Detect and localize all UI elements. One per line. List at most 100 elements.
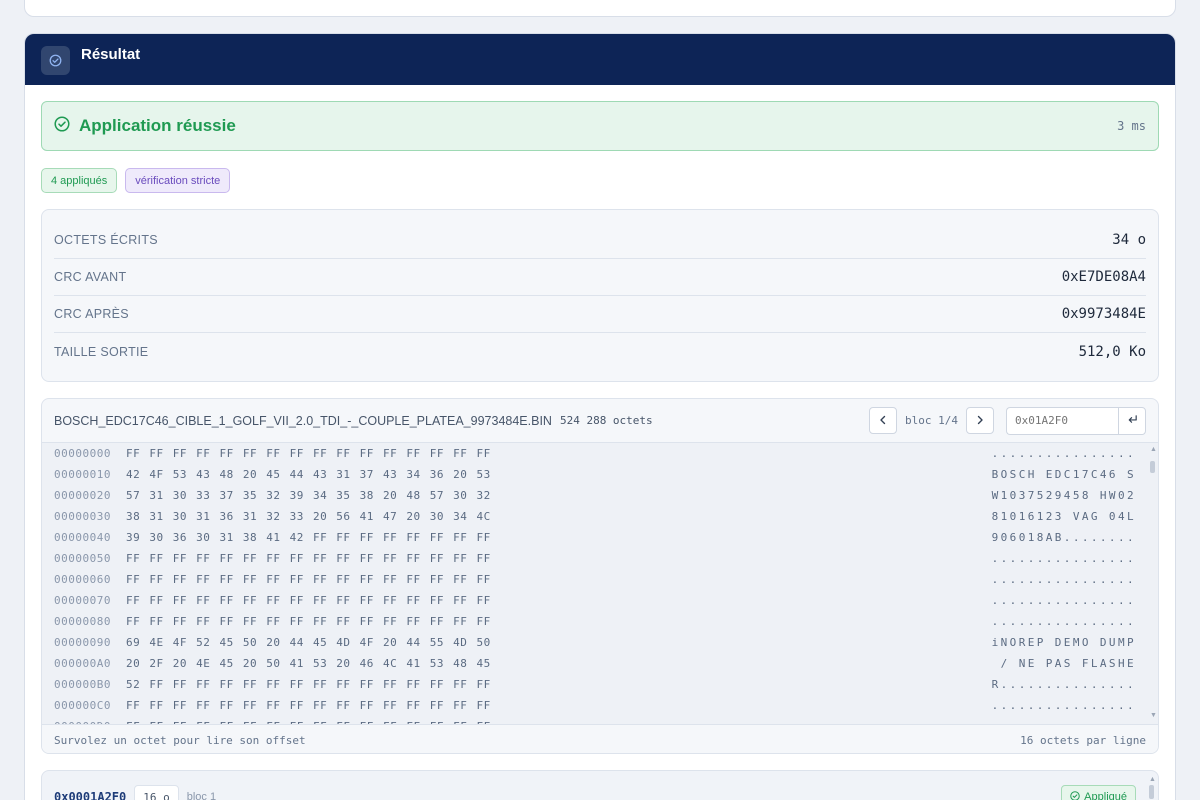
scroll-up-icon[interactable]: ▲ <box>1149 776 1156 783</box>
hover-hint: Survolez un octet pour lire son offset <box>54 733 306 747</box>
goto-offset <box>1006 406 1146 435</box>
hex-ascii: 906018AB........ <box>991 531 1136 544</box>
hex-row[interactable]: 00000020 57 31 30 33 37 35 32 39 34 35 38… <box>42 485 1158 506</box>
hex-bytes[interactable]: 52 FF FF FF FF FF FF FF FF FF FF FF FF F… <box>126 678 496 691</box>
stat-row: TAILLE SORTIE 512,0 Ko <box>54 333 1146 370</box>
hex-bytes[interactable]: FF FF FF FF FF FF FF FF FF FF FF FF FF F… <box>126 615 496 628</box>
bloc-label: bloc 1/4 <box>905 414 958 427</box>
hex-row[interactable]: 00000080 FF FF FF FF FF FF FF FF FF FF FF… <box>42 611 1158 632</box>
hex-footer: Survolez un octet pour lire son offset 1… <box>42 724 1158 753</box>
hex-offset: 00000020 <box>54 489 111 502</box>
hex-offset: 00000010 <box>54 468 111 481</box>
hex-bytes[interactable]: 38 31 30 31 36 31 32 33 20 56 41 47 20 3… <box>126 510 496 523</box>
prev-bloc-button[interactable] <box>869 407 898 434</box>
stats-panel: OCTETS ÉCRITS 34 o CRC AVANT 0xE7DE08A4 … <box>41 209 1159 382</box>
hex-offset: 00000080 <box>54 615 111 628</box>
stat-label: OCTETS ÉCRITS <box>54 233 158 247</box>
hex-bytes[interactable]: FF FF FF FF FF FF FF FF FF FF FF FF FF F… <box>126 594 496 607</box>
previous-card <box>24 0 1176 17</box>
hex-offset: 000000B0 <box>54 678 111 691</box>
scroll-down-icon[interactable]: ▼ <box>1150 712 1157 719</box>
patch-length: 16 o <box>134 785 179 800</box>
hex-ascii: ................ <box>992 720 1158 724</box>
applied-badge: 4 appliqués <box>41 168 118 193</box>
hex-bytes[interactable]: FF FF FF FF FF FF FF FF FF FF FF FF FF F… <box>126 699 496 712</box>
patch-offset: 0x0001A2F0 <box>54 790 127 800</box>
success-banner: Application réussie 3 ms <box>41 101 1159 151</box>
strict-check-badge: vérification stricte <box>125 168 231 193</box>
chevron-right-icon <box>975 413 985 428</box>
hex-row[interactable]: 00000060 FF FF FF FF FF FF FF FF FF FF FF… <box>42 569 1158 590</box>
file-size: 524 288 octets <box>559 414 653 427</box>
hex-ascii: ................ <box>991 552 1136 565</box>
next-bloc-button[interactable] <box>966 407 994 434</box>
bytes-per-line: 16 octets par ligne <box>1020 733 1146 747</box>
check-circle-icon <box>1070 790 1080 800</box>
hex-dump[interactable]: 00000000 FF FF FF FF FF FF FF FF FF FF FF… <box>42 443 1158 724</box>
goto-button[interactable] <box>1118 406 1146 435</box>
hex-offset: 00000050 <box>54 552 111 565</box>
hex-offset: 00000030 <box>54 510 111 523</box>
hex-bytes[interactable]: FF FF FF FF FF FF FF FF FF FF FF FF FF F… <box>126 573 496 586</box>
patch-bloc: bloc 1 <box>186 791 217 800</box>
hex-row[interactable]: 000000C0 FF FF FF FF FF FF FF FF FF FF FF… <box>42 695 1158 716</box>
hex-row[interactable]: 00000090 69 4E 4F 52 45 50 20 44 45 4D 4F… <box>42 632 1158 653</box>
hex-row[interactable]: 00000000 FF FF FF FF FF FF FF FF FF FF FF… <box>42 443 1158 464</box>
hex-offset: 000000A0 <box>54 657 111 670</box>
scroll-thumb[interactable] <box>1150 461 1155 473</box>
hex-bytes[interactable]: 42 4F 53 43 48 20 45 44 43 31 37 43 34 3… <box>126 468 496 481</box>
hex-ascii: R............... <box>991 678 1136 691</box>
patch-scrollbar[interactable]: ▲ <box>1149 776 1156 800</box>
hex-row[interactable]: 000000B0 52 FF FF FF FF FF FF FF FF FF FF… <box>42 674 1158 695</box>
success-title: Application réussie <box>79 116 236 135</box>
stat-value: 0xE7DE08A4 <box>1061 269 1146 285</box>
hex-ascii: ................ <box>991 615 1136 628</box>
check-circle-icon <box>41 46 70 75</box>
hex-ascii: ................ <box>991 594 1136 607</box>
hex-row[interactable]: 00000030 38 31 30 31 36 31 32 33 20 56 41… <box>42 506 1158 527</box>
check-circle-icon <box>54 115 70 137</box>
hex-bytes[interactable]: 39 30 36 30 31 38 41 42 FF FF FF FF FF F… <box>126 531 496 544</box>
result-card: Résultat Application réussie 3 ms 4 appl… <box>24 33 1176 800</box>
stat-value: 34 o <box>1112 232 1146 248</box>
hex-row[interactable]: 00000010 42 4F 53 43 48 20 45 44 43 31 37… <box>42 464 1158 485</box>
hex-viewer: BOSCH_EDC17C46_CIBLE_1_GOLF_VII_2.0_TDI_… <box>41 398 1159 754</box>
scroll-thumb[interactable] <box>1149 785 1154 799</box>
chevron-left-icon <box>878 413 888 428</box>
goto-offset-input[interactable] <box>1006 406 1118 435</box>
hex-ascii: ................ <box>991 699 1136 712</box>
stat-value: 0x9973484E <box>1061 306 1146 322</box>
hex-ascii: ................ <box>991 573 1136 586</box>
scroll-up-icon[interactable]: ▲ <box>1150 446 1157 453</box>
patch-status-badge: Appliqué <box>1061 785 1136 800</box>
hex-offset: 00000090 <box>54 636 111 649</box>
hex-bytes[interactable]: FF FF FF FF FF FF FF FF FF FF FF FF FF F… <box>126 720 496 724</box>
stat-row: CRC APRÈS 0x9973484E <box>54 296 1146 333</box>
hex-scrollbar[interactable]: ▲ ▼ <box>1150 446 1157 719</box>
hex-ascii: 81016123 VAG 04L <box>991 510 1136 523</box>
result-header: Résultat <box>25 34 1175 85</box>
hex-rows: 00000000 FF FF FF FF FF FF FF FF FF FF FF… <box>42 443 1158 724</box>
enter-icon <box>1127 413 1138 428</box>
hex-bytes[interactable]: 57 31 30 33 37 35 32 39 34 35 38 20 48 5… <box>126 489 496 502</box>
result-title: Résultat <box>81 46 141 63</box>
hex-offset: 00000070 <box>54 594 111 607</box>
hex-bytes[interactable]: 20 2F 20 4E 45 20 50 41 53 20 46 4C 41 5… <box>126 657 496 670</box>
stat-label: CRC APRÈS <box>54 307 129 321</box>
stat-row: OCTETS ÉCRITS 34 o <box>54 222 1146 259</box>
hex-row[interactable]: 00000040 39 30 36 30 31 38 41 42 FF FF FF… <box>42 527 1158 548</box>
hex-row[interactable]: 00000050 FF FF FF FF FF FF FF FF FF FF FF… <box>42 548 1158 569</box>
hex-bytes[interactable]: FF FF FF FF FF FF FF FF FF FF FF FF FF F… <box>126 447 496 460</box>
hex-bytes[interactable]: 69 4E 4F 52 45 50 20 44 45 4D 4F 20 44 5… <box>126 636 496 649</box>
stat-value: 512,0 Ko <box>1078 343 1146 360</box>
hex-ascii: ................ <box>991 447 1136 460</box>
stat-label: TAILLE SORTIE <box>54 344 149 359</box>
hex-offset: 000000C0 <box>54 699 111 712</box>
hex-row[interactable]: 000000A0 20 2F 20 4E 45 20 50 41 53 20 46… <box>42 653 1158 674</box>
hex-row[interactable]: 00000070 FF FF FF FF FF FF FF FF FF FF FF… <box>42 590 1158 611</box>
success-time: 3 ms <box>1117 119 1146 133</box>
hex-bytes[interactable]: FF FF FF FF FF FF FF FF FF FF FF FF FF F… <box>126 552 496 565</box>
hex-ascii: iNOREP DEMO DUMP <box>991 636 1136 649</box>
hex-toolbar: BOSCH_EDC17C46_CIBLE_1_GOLF_VII_2.0_TDI_… <box>42 399 1158 443</box>
hex-row[interactable]: 000000D0FF FF FF FF FF FF FF FF FF FF FF… <box>42 716 1158 724</box>
